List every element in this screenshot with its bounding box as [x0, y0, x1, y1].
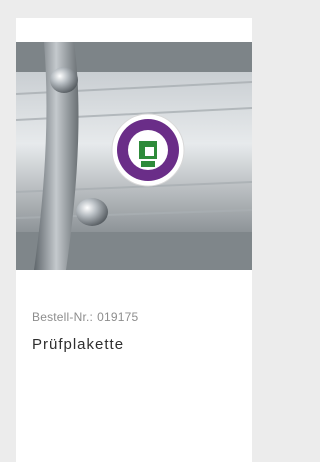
product-card[interactable]: Bestell-Nr.: 019175 Prüfplakette [16, 18, 252, 462]
product-image[interactable] [16, 42, 252, 270]
product-meta: Bestell-Nr.: 019175 Prüfplakette [32, 310, 242, 353]
order-number-value: 019175 [97, 310, 139, 324]
product-title[interactable]: Prüfplakette [32, 336, 242, 353]
order-number: Bestell-Nr.: 019175 [32, 310, 242, 324]
inspection-sticker [111, 113, 185, 187]
order-number-label: Bestell-Nr.: [32, 310, 94, 324]
product-photo-illustration [16, 42, 252, 270]
